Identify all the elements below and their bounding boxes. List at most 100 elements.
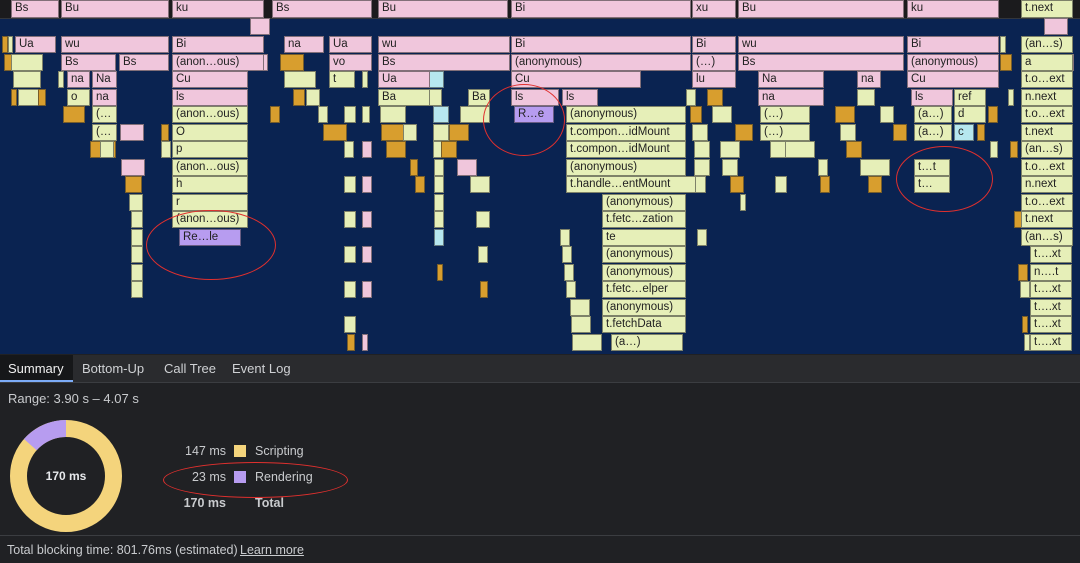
- flame-block[interactable]: t.next: [1021, 211, 1073, 228]
- flame-block[interactable]: na: [758, 89, 824, 106]
- flame-block[interactable]: (an…s): [1021, 229, 1073, 246]
- flame-block[interactable]: n….t: [1030, 264, 1072, 281]
- flame-block[interactable]: c: [954, 124, 974, 141]
- flame-block[interactable]: a: [1021, 54, 1073, 71]
- flame-chart[interactable]: ••• BsBukuBsBuBixuBukut.nextUawuBinaUawu…: [0, 0, 1080, 354]
- flame-block[interactable]: Bu: [378, 0, 508, 18]
- flame-block[interactable]: Bs: [119, 54, 169, 71]
- tab-event-log[interactable]: Event Log: [224, 355, 299, 382]
- flame-block[interactable]: Ua: [329, 36, 372, 53]
- flame-block[interactable]: (…): [760, 124, 810, 141]
- flame-block[interactable]: (anon…ous): [172, 54, 264, 71]
- flame-block[interactable]: O: [172, 124, 248, 141]
- flame-filler: [434, 194, 444, 211]
- flame-block[interactable]: (a…): [914, 124, 952, 141]
- flame-block[interactable]: t.compon…idMount: [566, 124, 686, 141]
- flame-block[interactable]: ku: [172, 0, 264, 18]
- flame-block[interactable]: d: [954, 106, 986, 123]
- flame-block[interactable]: xu: [692, 0, 736, 18]
- flame-block[interactable]: (an…s): [1021, 141, 1073, 158]
- flame-block[interactable]: ls: [562, 89, 598, 106]
- flame-block[interactable]: ls: [911, 89, 953, 106]
- flame-block[interactable]: (anonymous): [602, 246, 686, 263]
- tab-summary[interactable]: Summary: [0, 355, 73, 382]
- flame-block[interactable]: t.o…ext: [1021, 194, 1073, 211]
- flame-block[interactable]: n.next: [1021, 176, 1073, 193]
- flame-block[interactable]: ku: [907, 0, 999, 18]
- flame-block[interactable]: t.fetc…zation: [602, 211, 686, 228]
- flame-block[interactable]: (…): [692, 54, 736, 71]
- flame-block[interactable]: wu: [61, 36, 169, 53]
- flame-block[interactable]: Ua: [378, 71, 430, 88]
- flame-block[interactable]: (anonymous): [602, 264, 686, 281]
- flame-block[interactable]: t: [329, 71, 355, 88]
- flame-block[interactable]: Ua: [15, 36, 56, 53]
- flame-block[interactable]: t….xt: [1030, 299, 1072, 316]
- flame-block[interactable]: wu: [738, 36, 904, 53]
- flame-block[interactable]: t.o…ext: [1021, 159, 1073, 176]
- flame-block[interactable]: (an…s): [1021, 36, 1073, 53]
- flame-block[interactable]: t….xt: [1030, 334, 1072, 351]
- flame-block[interactable]: t.next: [1021, 124, 1073, 141]
- flame-block[interactable]: na: [857, 71, 881, 88]
- flame-block[interactable]: Cu: [907, 71, 999, 88]
- flame-block[interactable]: n.next: [1021, 89, 1073, 106]
- flame-block[interactable]: wu: [378, 36, 510, 53]
- flame-block[interactable]: p: [172, 141, 248, 158]
- flame-block[interactable]: Bu: [61, 0, 169, 18]
- flame-block[interactable]: (…: [92, 106, 117, 123]
- flame-block[interactable]: Bu: [738, 0, 904, 18]
- flame-block[interactable]: (…: [92, 124, 117, 141]
- flame-block[interactable]: t.compon…idMount: [566, 141, 686, 158]
- flame-block[interactable]: t….xt: [1030, 281, 1072, 298]
- flame-block[interactable]: t.handle…entMount: [566, 176, 696, 193]
- flame-block[interactable]: ref: [954, 89, 986, 106]
- flame-block[interactable]: (…): [760, 106, 810, 123]
- flame-block[interactable]: Bi: [511, 0, 691, 18]
- flame-block[interactable]: t.next: [1021, 0, 1073, 18]
- flame-block[interactable]: Bs: [61, 54, 116, 71]
- flame-block[interactable]: (anonymous): [566, 106, 686, 123]
- flame-block[interactable]: Bs: [272, 0, 372, 18]
- flame-block[interactable]: h: [172, 176, 248, 193]
- flame-block[interactable]: (anonymous): [602, 299, 686, 316]
- flame-block[interactable]: Bi: [172, 36, 264, 53]
- flame-block[interactable]: t….xt: [1030, 246, 1072, 263]
- flame-block[interactable]: t.fetchData: [602, 316, 686, 333]
- flame-block[interactable]: t….xt: [1030, 316, 1072, 333]
- flame-block[interactable]: (a…): [611, 334, 683, 351]
- flame-block[interactable]: te: [602, 229, 686, 246]
- flame-block[interactable]: Na: [758, 71, 824, 88]
- flame-block[interactable]: r: [172, 194, 248, 211]
- flame-block[interactable]: Na: [92, 71, 117, 88]
- flame-block[interactable]: Bi: [907, 36, 999, 53]
- flame-block[interactable]: Bs: [11, 0, 59, 18]
- flame-block[interactable]: (anonymous): [602, 194, 686, 211]
- flame-block[interactable]: Bi: [511, 36, 691, 53]
- flame-block[interactable]: t.fetc…elper: [602, 281, 686, 298]
- flame-block[interactable]: (anon…ous): [172, 159, 248, 176]
- learn-more-link[interactable]: Learn more: [240, 543, 304, 557]
- flame-block[interactable]: t.o…ext: [1021, 106, 1073, 123]
- flame-block[interactable]: Ba: [378, 89, 430, 106]
- flame-block[interactable]: Cu: [172, 71, 248, 88]
- flame-block[interactable]: (anonymous): [566, 159, 686, 176]
- tab-call-tree[interactable]: Call Tree: [156, 355, 224, 382]
- flame-block[interactable]: (anon…ous): [172, 106, 248, 123]
- flame-block[interactable]: o: [67, 89, 90, 106]
- flame-block[interactable]: t.o…ext: [1021, 71, 1073, 88]
- flame-block[interactable]: (anonymous): [511, 54, 691, 71]
- flame-block[interactable]: lu: [692, 71, 736, 88]
- flame-block[interactable]: Bs: [378, 54, 510, 71]
- flame-block[interactable]: na: [67, 71, 90, 88]
- tab-bottom-up[interactable]: Bottom-Up: [74, 355, 152, 382]
- flame-block[interactable]: na: [284, 36, 324, 53]
- flame-block[interactable]: Bi: [692, 36, 736, 53]
- flame-block[interactable]: ls: [172, 89, 248, 106]
- flame-block[interactable]: (a…): [914, 106, 952, 123]
- flame-block[interactable]: (anonymous): [907, 54, 999, 71]
- flame-block[interactable]: vo: [329, 54, 372, 71]
- flame-block[interactable]: Bs: [738, 54, 904, 71]
- flame-filler: [306, 89, 320, 106]
- flame-block[interactable]: na: [92, 89, 117, 106]
